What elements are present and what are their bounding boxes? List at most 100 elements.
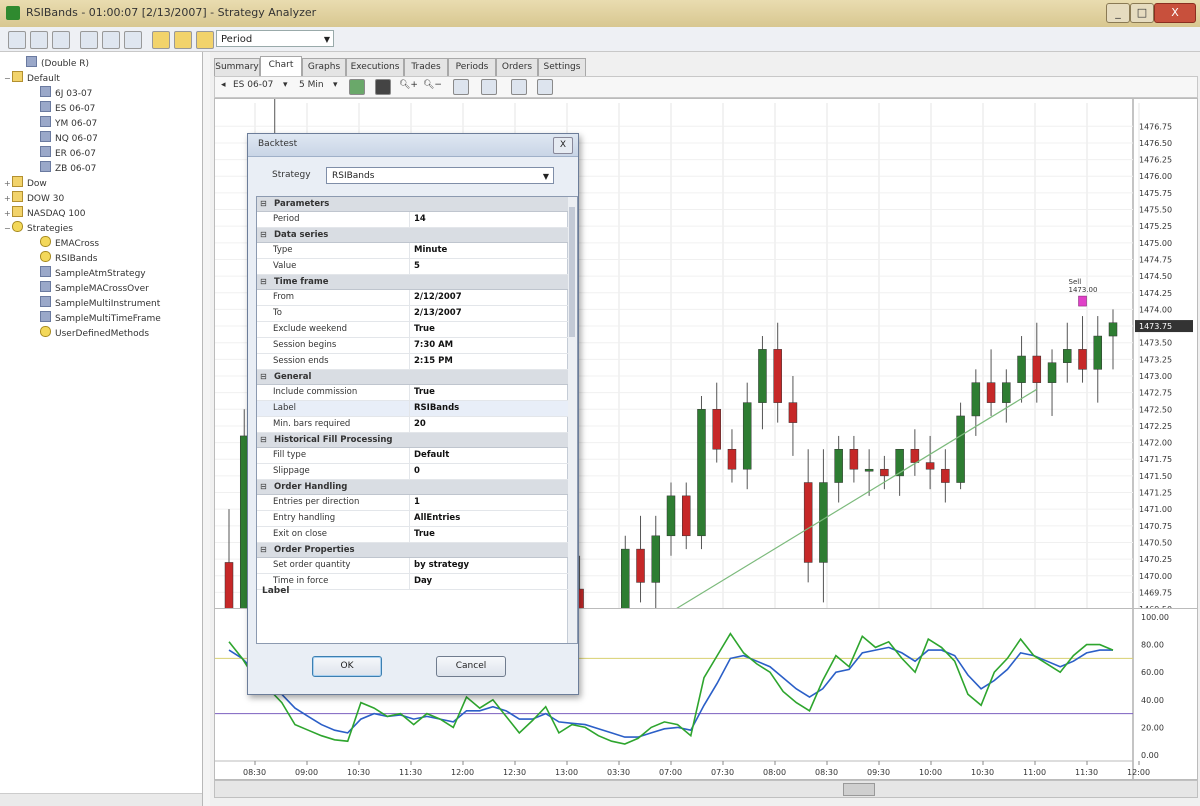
- property-row[interactable]: Entry handling AllEntries: [257, 511, 568, 527]
- dialog-titlebar[interactable]: Backtest X: [248, 134, 578, 157]
- collapse-icon[interactable]: ⊟: [260, 370, 270, 384]
- property-row[interactable]: Entries per direction 1: [257, 495, 568, 511]
- tree-item[interactable]: + NASDAQ 100: [4, 206, 86, 221]
- property-value[interactable]: 2/12/2007: [409, 290, 569, 305]
- scrollbar-thumb[interactable]: [843, 783, 875, 796]
- chevron-down-icon[interactable]: ▾: [283, 80, 288, 90]
- tree-item[interactable]: SampleMultiInstrument: [32, 296, 160, 311]
- chart-icon[interactable]: [124, 31, 142, 49]
- tree-horizontal-scrollbar[interactable]: [0, 793, 202, 806]
- collapse-icon[interactable]: ⊟: [260, 275, 270, 289]
- property-row[interactable]: Value 5: [257, 259, 568, 275]
- tab-summary[interactable]: Summary: [214, 58, 260, 76]
- property-category[interactable]: ⊟ Order Properties: [257, 543, 568, 558]
- chevron-down-icon[interactable]: ▾: [333, 80, 338, 90]
- property-value[interactable]: by strategy: [409, 558, 569, 573]
- property-row[interactable]: Label RSIBands: [257, 401, 568, 417]
- cursor-icon[interactable]: [453, 79, 469, 95]
- expand-toggle-icon[interactable]: +: [4, 206, 12, 221]
- expand-toggle-icon[interactable]: +: [4, 176, 12, 191]
- property-row[interactable]: Type Minute: [257, 243, 568, 259]
- property-value[interactable]: 0: [409, 464, 569, 479]
- properties-icon[interactable]: [537, 79, 553, 95]
- property-row[interactable]: From 2/12/2007: [257, 290, 568, 306]
- tree-item[interactable]: UserDefinedMethods: [32, 326, 149, 341]
- minimize-button[interactable]: _: [1106, 3, 1130, 23]
- interval-selector[interactable]: 5 Min: [299, 80, 324, 90]
- tab-graphs[interactable]: Graphs: [302, 58, 346, 76]
- tree-item[interactable]: RSIBands: [32, 251, 97, 266]
- property-value[interactable]: AllEntries: [409, 511, 569, 526]
- property-category[interactable]: ⊟ Time frame: [257, 275, 568, 290]
- property-category[interactable]: ⊟ General: [257, 370, 568, 385]
- tab-orders[interactable]: Orders: [496, 58, 538, 76]
- chevron-left-icon[interactable]: ◂: [221, 80, 226, 90]
- property-value[interactable]: 20: [409, 417, 569, 432]
- property-category[interactable]: ⊟ Parameters: [257, 197, 568, 212]
- close-window-button[interactable]: X: [1154, 3, 1196, 23]
- zoom-in-icon[interactable]: 🔍︎+: [399, 80, 418, 90]
- expand-toggle-icon[interactable]: −: [4, 221, 12, 236]
- tree-item[interactable]: NQ 06-07: [32, 131, 98, 146]
- folder-icon[interactable]: [152, 31, 170, 49]
- collapse-icon[interactable]: ⊟: [260, 197, 270, 211]
- property-row[interactable]: Exit on close True: [257, 527, 568, 543]
- cancel-button[interactable]: Cancel: [436, 656, 506, 677]
- collapse-icon[interactable]: ⊟: [260, 433, 270, 447]
- tree-item[interactable]: YM 06-07: [32, 116, 97, 131]
- property-category[interactable]: ⊟ Data series: [257, 228, 568, 243]
- grid-icon[interactable]: [102, 31, 120, 49]
- open-icon[interactable]: [52, 31, 70, 49]
- property-row[interactable]: Min. bars required 20: [257, 417, 568, 433]
- tree-item[interactable]: − Default: [4, 71, 60, 86]
- period-combo[interactable]: Period ▼: [216, 30, 334, 47]
- property-value[interactable]: RSIBands: [409, 401, 569, 416]
- tree-item[interactable]: ZB 06-07: [32, 161, 96, 176]
- instrument-selector[interactable]: ES 06-07: [233, 80, 273, 90]
- dialog-close-button[interactable]: X: [553, 137, 573, 154]
- tree-item[interactable]: ES 06-07: [32, 101, 95, 116]
- expand-toggle-icon[interactable]: +: [4, 191, 12, 206]
- property-row[interactable]: Session begins 7:30 AM: [257, 338, 568, 354]
- property-value[interactable]: 2/13/2007: [409, 306, 569, 321]
- expand-toggle-icon[interactable]: −: [4, 71, 12, 86]
- property-value[interactable]: Default: [409, 448, 569, 463]
- property-row[interactable]: Session ends 2:15 PM: [257, 354, 568, 370]
- property-value[interactable]: 2:15 PM: [409, 354, 569, 369]
- bar-type-icon[interactable]: [349, 79, 365, 95]
- tree-item[interactable]: EMACross: [32, 236, 99, 251]
- tree-item[interactable]: + Dow: [4, 176, 47, 191]
- property-category[interactable]: ⊟ Historical Fill Processing: [257, 433, 568, 448]
- chart-horizontal-scrollbar[interactable]: [214, 780, 1198, 798]
- tree-item[interactable]: − Strategies: [4, 221, 73, 236]
- property-category[interactable]: ⊟ Order Handling: [257, 480, 568, 495]
- collapse-icon[interactable]: ⊟: [260, 543, 270, 557]
- collapse-icon[interactable]: ⊟: [260, 480, 270, 494]
- tab-executions[interactable]: Executions: [346, 58, 404, 76]
- property-value[interactable]: 1: [409, 495, 569, 510]
- tab-chart[interactable]: Chart: [260, 56, 302, 77]
- tree-item[interactable]: SampleMACrossOver: [32, 281, 149, 296]
- property-value[interactable]: Minute: [409, 243, 569, 258]
- property-row[interactable]: Period 14: [257, 212, 568, 228]
- property-value[interactable]: 7:30 AM: [409, 338, 569, 353]
- property-row[interactable]: Exclude weekend True: [257, 322, 568, 338]
- tree-item[interactable]: + DOW 30: [4, 191, 64, 206]
- tree-item[interactable]: ER 06-07: [32, 146, 96, 161]
- tree-item[interactable]: 6J 03-07: [32, 86, 92, 101]
- property-value[interactable]: True: [409, 385, 569, 400]
- property-value[interactable]: 5: [409, 259, 569, 274]
- tree-item[interactable]: (Double R): [18, 56, 89, 71]
- zoom-out-icon[interactable]: 🔍︎−: [423, 80, 442, 90]
- property-value[interactable]: True: [409, 322, 569, 337]
- ok-button[interactable]: OK: [312, 656, 382, 677]
- lock-icon[interactable]: [196, 31, 214, 49]
- property-row[interactable]: Fill type Default: [257, 448, 568, 464]
- scrollbar-thumb[interactable]: [569, 207, 575, 337]
- print-icon[interactable]: [80, 31, 98, 49]
- property-value[interactable]: True: [409, 527, 569, 542]
- indicator-icon[interactable]: [511, 79, 527, 95]
- property-row[interactable]: Slippage 0: [257, 464, 568, 480]
- data-box-icon[interactable]: [481, 79, 497, 95]
- star-icon[interactable]: [174, 31, 192, 49]
